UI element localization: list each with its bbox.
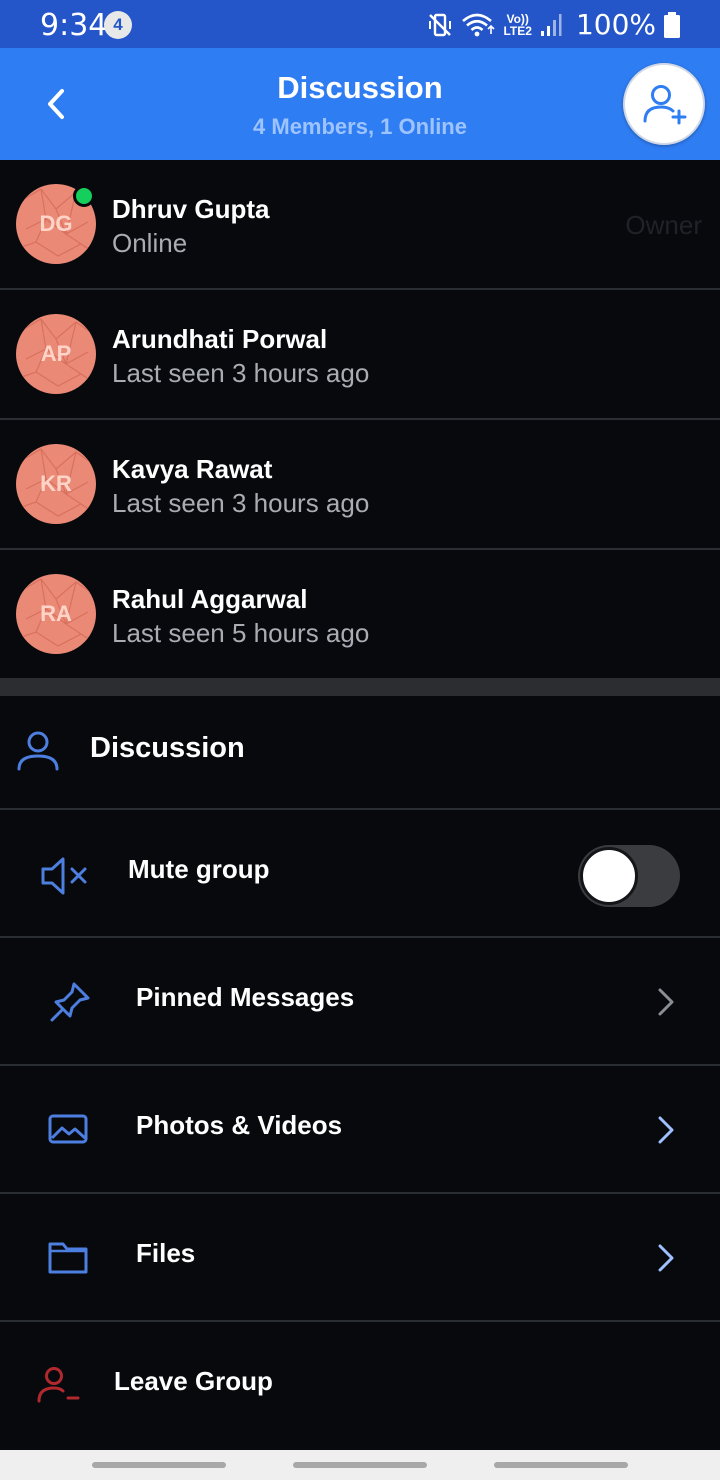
member-count-subtitle: 4 Members, 1 Online	[253, 114, 467, 139]
leave-group-row[interactable]: Leave Group	[0, 1322, 720, 1450]
section-divider	[0, 678, 720, 696]
person-add-icon	[643, 85, 687, 125]
status-time: 9:34	[40, 8, 108, 43]
online-status-dot	[73, 185, 95, 207]
status-bar: 9:34 4 Vo)) LTE2 100%	[0, 0, 720, 48]
person-remove-icon	[37, 1367, 80, 1403]
photos-videos-row[interactable]: Photos & Videos	[0, 1066, 720, 1194]
member-name: Kavya Rawat	[112, 454, 273, 484]
notification-count-badge: 4	[104, 11, 132, 39]
nav-home-button[interactable]	[293, 1462, 427, 1468]
toggle-knob	[580, 847, 638, 905]
chevron-right-icon	[658, 1116, 674, 1144]
wifi-icon	[462, 13, 496, 36]
vibrate-mute-icon	[429, 13, 452, 36]
app-header: Discussion 4 Members, 1 Online	[0, 48, 720, 160]
status-icons: Vo)) LTE2 100%	[427, 8, 680, 41]
battery-percentage: 100%	[575, 8, 656, 41]
chevron-right-icon	[658, 1244, 674, 1272]
speaker-mute-icon	[41, 857, 87, 895]
pinned-messages-row[interactable]: Pinned Messages	[0, 938, 720, 1066]
member-row[interactable]: AP Arundhati Porwal Last seen 3 hours ag…	[0, 290, 720, 420]
member-row[interactable]: DG Dhruv Gupta Online Owner	[0, 160, 720, 290]
network-type-indicator: Vo)) LTE2	[503, 11, 532, 38]
member-status: Last seen 3 hours ago	[112, 488, 370, 518]
folder-icon	[48, 1242, 88, 1274]
battery-icon	[664, 11, 680, 38]
mute-group-label: Mute group	[128, 854, 270, 884]
signal-strength-icon	[540, 13, 562, 36]
chevron-right-icon	[658, 988, 674, 1016]
group-name: Discussion	[90, 732, 245, 764]
member-row[interactable]: KR Kavya Rawat Last seen 3 hours ago	[0, 420, 720, 550]
mute-group-row: Mute group	[0, 810, 720, 938]
pinned-messages-label: Pinned Messages	[136, 982, 355, 1012]
member-status: Online	[112, 228, 188, 258]
member-list: DG Dhruv Gupta Online Owner AP Arundhati…	[0, 160, 720, 680]
leave-group-label: Leave Group	[114, 1366, 273, 1396]
files-row[interactable]: Files	[0, 1194, 720, 1322]
member-name: Rahul Aggarwal	[112, 584, 308, 614]
person-outline-icon	[17, 731, 59, 771]
avatar-initials: KR	[40, 471, 72, 496]
member-name: Dhruv Gupta	[112, 194, 270, 224]
member-status: Last seen 5 hours ago	[112, 618, 370, 648]
pin-icon	[50, 982, 90, 1022]
avatar-initials: RA	[40, 601, 72, 626]
avatar: KR	[16, 444, 96, 524]
avatar-initials: AP	[40, 341, 72, 366]
photos-videos-label: Photos & Videos	[136, 1110, 343, 1140]
image-icon	[48, 1114, 88, 1144]
group-info-header: Discussion	[0, 696, 720, 810]
nav-recents-button[interactable]	[92, 1462, 226, 1468]
member-name: Arundhati Porwal	[112, 324, 328, 354]
avatar: RA	[16, 574, 96, 654]
nav-back-button[interactable]	[494, 1462, 628, 1468]
member-status: Last seen 3 hours ago	[112, 358, 370, 388]
add-member-button[interactable]	[623, 63, 705, 145]
files-label: Files	[136, 1238, 196, 1268]
page-title: Discussion	[277, 70, 443, 105]
system-navigation-bar	[0, 1450, 720, 1480]
owner-role-label: Owner	[625, 210, 702, 240]
avatar: AP	[16, 314, 96, 394]
member-row[interactable]: RA Rahul Aggarwal Last seen 5 hours ago	[0, 550, 720, 680]
mute-group-toggle[interactable]	[578, 845, 680, 907]
